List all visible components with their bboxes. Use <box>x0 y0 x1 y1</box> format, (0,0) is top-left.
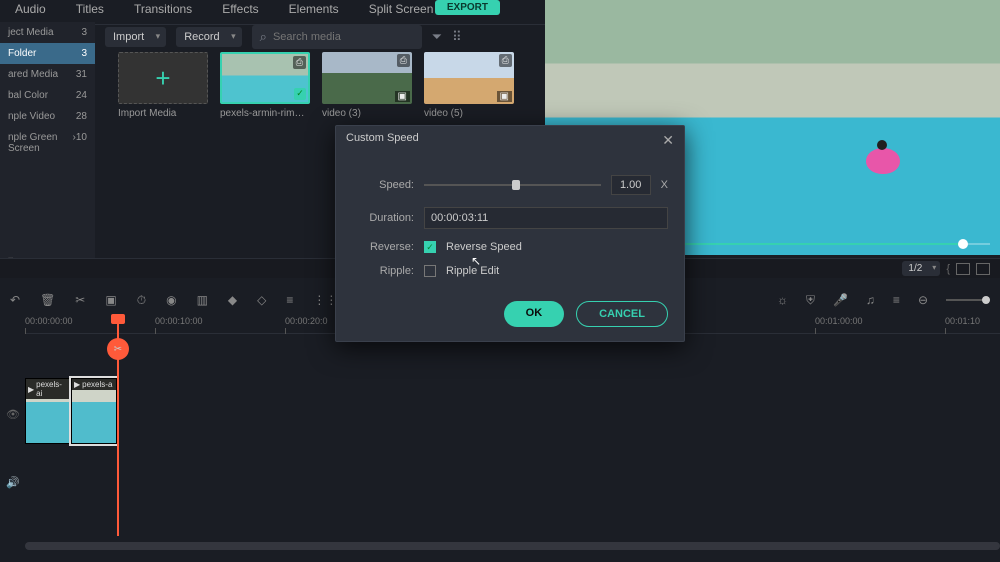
delete-icon[interactable]: 🗑 <box>40 293 55 307</box>
tab-transitions[interactable]: Transitions <box>134 2 192 16</box>
speaker-icon[interactable]: 🔊 <box>6 476 20 489</box>
h-scrollbar[interactable] <box>25 542 1000 550</box>
tab-titles[interactable]: Titles <box>76 2 104 16</box>
search-input[interactable] <box>273 31 414 43</box>
camera-icon: ⎙ <box>397 54 410 67</box>
sidebar-item-project-media[interactable]: ject Media3 <box>0 22 95 43</box>
keyframe-icon[interactable]: ◇ <box>257 293 266 307</box>
zoom-out-icon[interactable]: ⊖ <box>918 293 928 307</box>
mixer-icon[interactable]: ≡ <box>893 293 900 307</box>
media-sidebar: ject Media3 Folder3 ared Media31 bal Col… <box>0 22 95 277</box>
play-badge-icon: ▣ <box>497 91 512 102</box>
speed-slider[interactable] <box>424 184 601 186</box>
eye-icon[interactable]: 👁 <box>6 408 20 421</box>
speed-label: Speed: <box>352 179 414 191</box>
export-frame-icon[interactable]: ▥ <box>197 293 208 307</box>
speed-unit: X <box>661 179 668 191</box>
reverse-cb-label: Reverse Speed <box>446 241 522 253</box>
media-item-pool[interactable]: ⎙✓ pexels-armin-rimoldi-... <box>220 52 310 119</box>
cursor-icon: ↖ <box>471 254 481 268</box>
music-icon[interactable]: ♫ <box>866 293 875 307</box>
import-dropdown[interactable]: Import <box>105 27 166 47</box>
search-icon: ⌕ <box>260 29 267 45</box>
preview-content <box>866 148 900 174</box>
tab-effects[interactable]: Effects <box>222 2 258 16</box>
screenshot-icon[interactable] <box>956 263 970 275</box>
fullscreen-icon[interactable] <box>976 263 990 275</box>
mark-in-icon[interactable]: { <box>946 263 950 275</box>
play-icon: ▶ <box>74 380 80 389</box>
reverse-label: Reverse: <box>352 241 414 253</box>
play-icon: ▶ <box>28 385 34 394</box>
speed-value-input[interactable]: 1.00 <box>611 175 651 195</box>
speed-icon[interactable]: ⏱ <box>137 293 146 308</box>
reverse-checkbox[interactable] <box>424 241 436 253</box>
ripple-checkbox[interactable] <box>424 265 436 277</box>
camera-icon: ⎙ <box>293 56 306 69</box>
record-dropdown[interactable]: Record <box>176 27 241 47</box>
timeline-clip[interactable]: ▶pexels-ai <box>25 378 71 444</box>
dialog-title: Custom Speed <box>346 132 419 149</box>
audio-wave-icon[interactable]: ⋮⋮ <box>313 293 337 307</box>
sidebar-item-green-screen[interactable]: nple Green Screen›10 <box>0 127 95 159</box>
crop-icon[interactable]: ▣ <box>105 293 116 307</box>
ripple-label: Ripple: <box>352 265 414 277</box>
playhead[interactable]: ✂ <box>117 316 119 536</box>
brightness-icon[interactable]: ☼ <box>777 293 788 307</box>
marker-icon[interactable]: ◆ <box>228 293 237 307</box>
search-media[interactable]: ⌕ <box>252 25 422 49</box>
tab-elements[interactable]: Elements <box>289 2 339 16</box>
cut-icon[interactable]: ✂ <box>75 293 85 307</box>
filter-icon[interactable]: ⏷ <box>432 29 442 45</box>
media-grid: + Import Media ⎙✓ pexels-armin-rimoldi-.… <box>118 52 538 119</box>
plus-icon: + <box>155 63 170 94</box>
camera-icon: ⎙ <box>499 54 512 67</box>
sidebar-item-shared-media[interactable]: ared Media31 <box>0 64 95 85</box>
zoom-dropdown[interactable]: 1/2 <box>902 261 940 276</box>
video-track[interactable]: ▶pexels-ai ▶pexels-a <box>25 378 117 448</box>
timeline-clip[interactable]: ▶pexels-a <box>71 378 117 444</box>
media-toolbar: Import Record ⌕ ⏷ ⠿ <box>105 25 462 49</box>
mic-icon[interactable]: 🎤 <box>833 293 848 307</box>
undo-icon[interactable]: ↶ <box>10 293 20 307</box>
cancel-button[interactable]: CANCEL <box>576 301 668 327</box>
tab-split-screen[interactable]: Split Screen <box>369 2 434 16</box>
duration-label: Duration: <box>352 212 414 224</box>
export-button[interactable]: EXPORT <box>435 0 500 15</box>
zoom-slider[interactable] <box>946 299 990 301</box>
sidebar-item-sample-video[interactable]: nple Video28 <box>0 106 95 127</box>
custom-speed-dialog: Custom Speed ✕ Speed: 1.00 X Duration: 0… <box>335 125 685 342</box>
ok-button[interactable]: OK <box>504 301 565 327</box>
import-media-tile[interactable]: + Import Media <box>118 52 208 119</box>
color-icon[interactable]: ◉ <box>166 293 176 307</box>
media-item-video5[interactable]: ⎙▣ video (5) <box>424 52 514 119</box>
grid-view-icon[interactable]: ⠿ <box>452 29 462 45</box>
sidebar-item-global-color[interactable]: bal Color24 <box>0 85 95 106</box>
play-badge-icon: ▣ <box>395 91 410 102</box>
sidebar-item-folder[interactable]: Folder3 <box>0 43 95 64</box>
split-marker-icon[interactable]: ✂ <box>107 338 129 360</box>
adjust-icon[interactable]: ≡ <box>286 293 293 307</box>
close-icon[interactable]: ✕ <box>662 132 674 149</box>
check-icon: ✓ <box>294 88 306 100</box>
duration-input[interactable]: 00:00:03:11 <box>424 207 668 229</box>
tab-audio[interactable]: Audio <box>15 2 46 16</box>
media-item-video3[interactable]: ⎙▣ video (3) <box>322 52 412 119</box>
shield-icon[interactable]: ⛨ <box>806 293 815 308</box>
